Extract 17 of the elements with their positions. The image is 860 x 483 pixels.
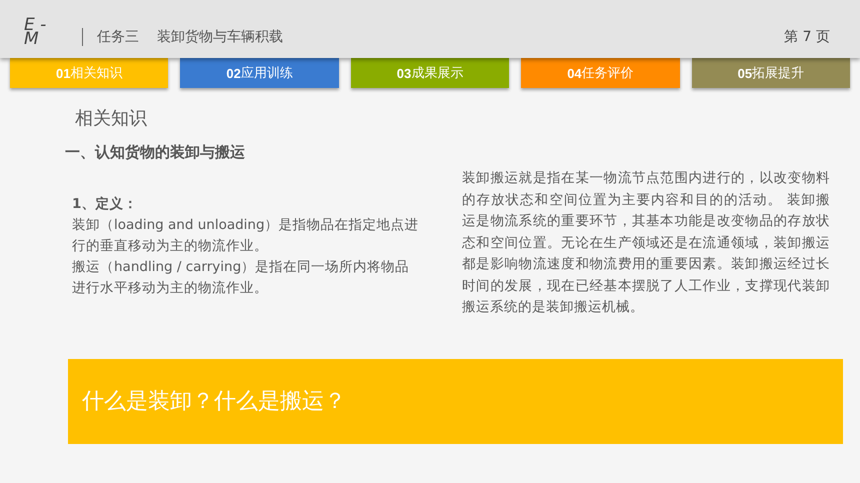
definition-text: 搬运（handling / carrying）是指在同一场所内将物品进行水平移动为主的物流作业。: [72, 258, 410, 298]
nav-tab[interactable]: 02应用训练: [180, 58, 339, 88]
nav-tab[interactable]: 01相关知识: [10, 58, 168, 88]
banner-text: 什么是装卸？什么是搬运？: [82, 388, 346, 416]
logo-text: M: [24, 32, 40, 46]
nav-tab[interactable]: 04任务评价: [521, 58, 680, 88]
nav-tab[interactable]: 03成果展示: [350, 58, 510, 88]
logo-text: E -: [24, 18, 48, 32]
task-label: 任务三: [97, 28, 139, 46]
definition-title: 1、定义：: [72, 195, 138, 214]
section-heading: 一、认知货物的装卸与搬运: [65, 143, 246, 162]
page-number: 第 7 页: [784, 28, 830, 46]
task-title: 装卸货物与车辆积载: [157, 28, 283, 46]
nav-tab[interactable]: 05拓展提升: [692, 58, 850, 88]
definition-text: 装卸（loading and unloading）是指物品在指定地点进行的垂直移动为主的物流作业。: [72, 216, 420, 256]
section-title: 相关知识: [75, 107, 148, 130]
description-text: 装卸搬运就是指在某一物流节点范围内进行的，以改变物料的存放状态和空间位置为主要内容和目的的活动。 装卸搬运是物流系统的重要环节，其基本功能是改变物品的存放状态和空间位置。无论在生产领域还是在流通领域，装卸搬运都是影响物流速度和物流费用的重要因素。装卸搬运经过长时间的发展，现在已经基本摆脱了人工作业，支撑现代装卸搬运系统的是装卸搬运机械。: [462, 169, 830, 317]
